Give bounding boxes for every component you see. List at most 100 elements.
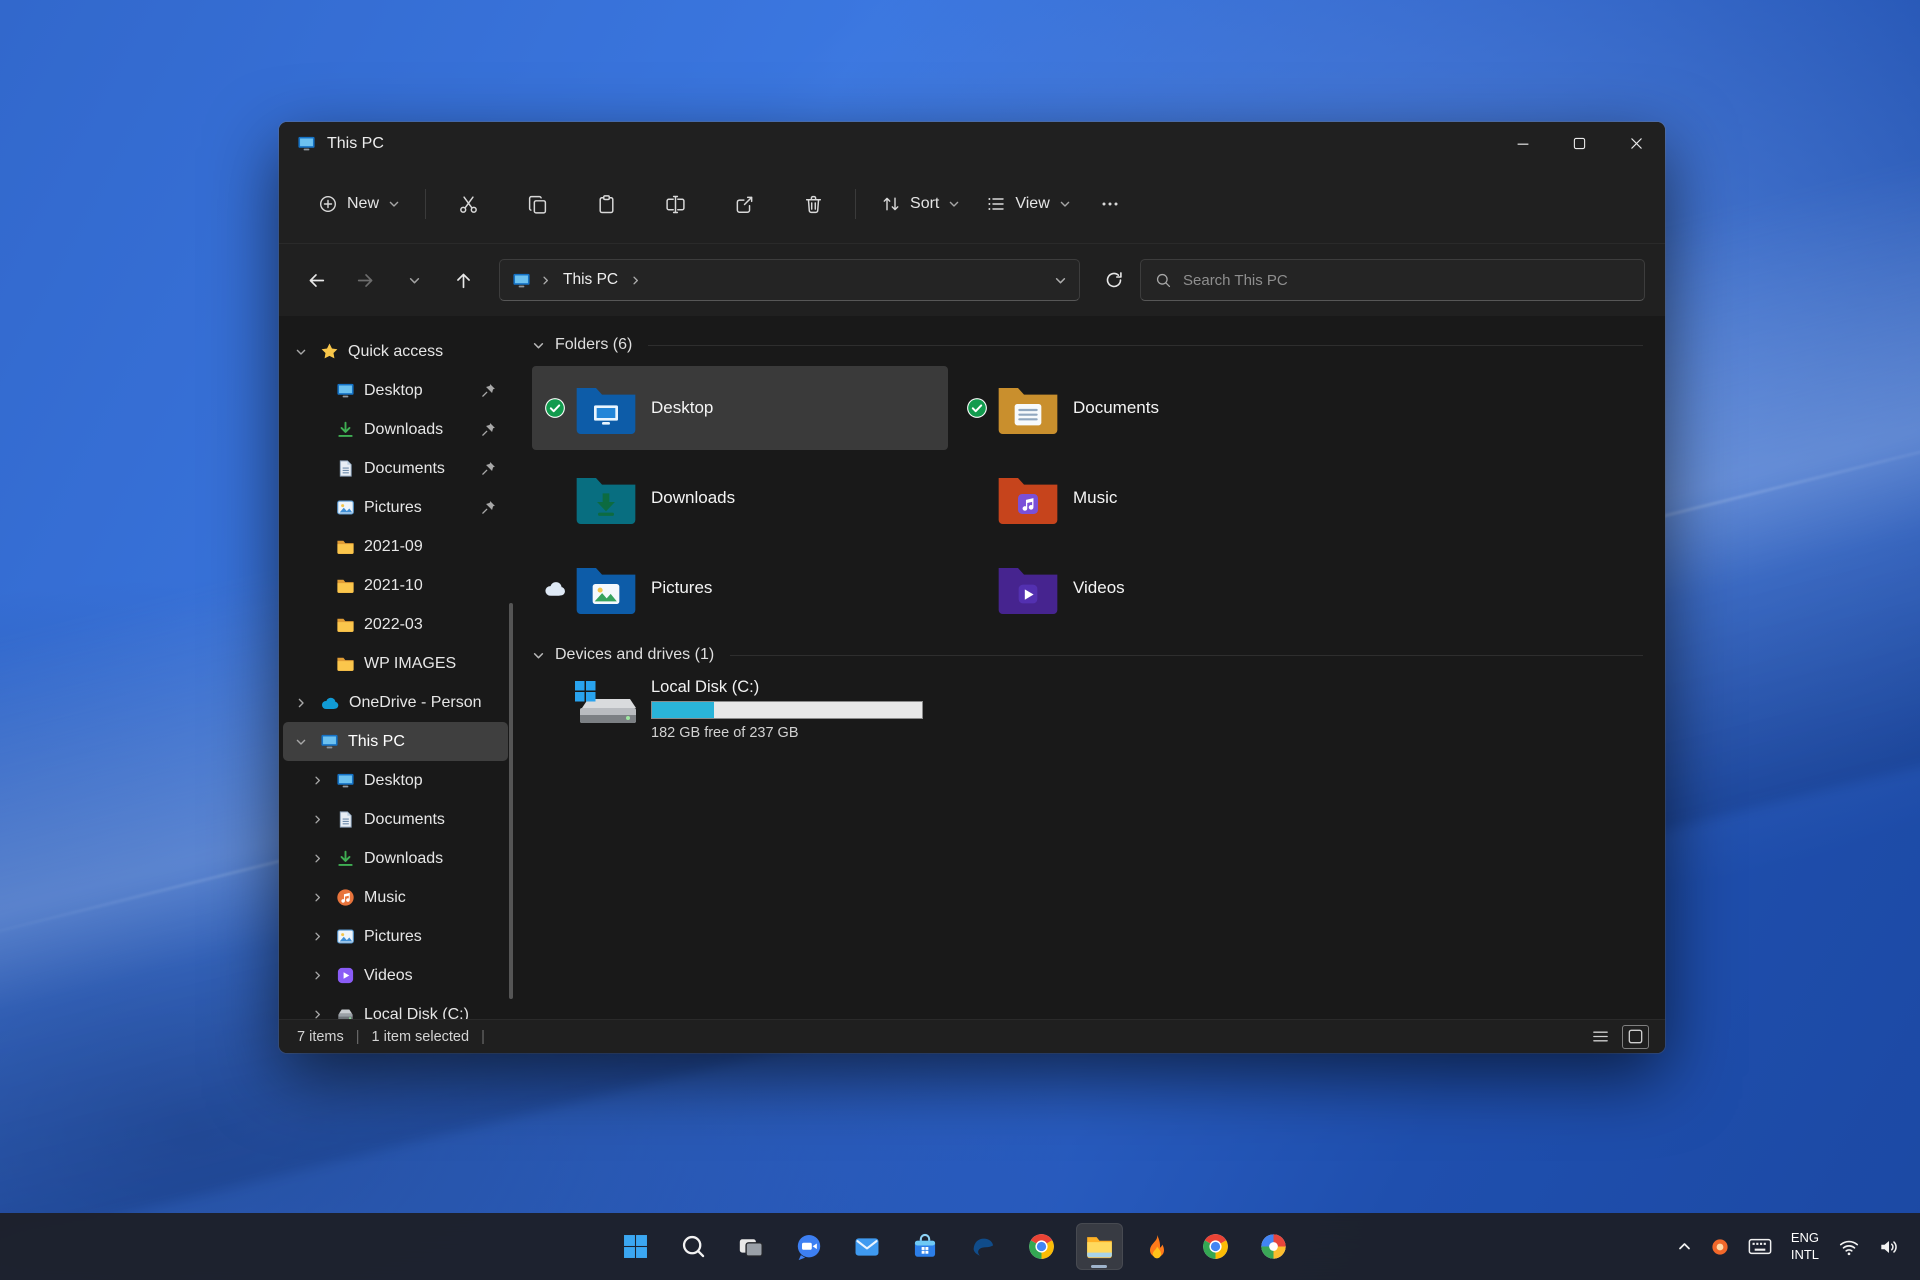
sidebar-label: Desktop [364, 772, 423, 790]
close-button[interactable] [1608, 122, 1665, 165]
details-view-button[interactable] [1587, 1025, 1614, 1049]
tray-overflow-button[interactable] [1669, 1225, 1700, 1269]
file-explorer-button[interactable] [1076, 1223, 1123, 1270]
large-icons-view-button[interactable] [1622, 1025, 1649, 1049]
folder-tiles: Desktop Documents Downloads [532, 366, 1643, 630]
sidebar-item-onedrive[interactable]: OneDrive - Person [283, 683, 508, 722]
music-icon [336, 888, 355, 907]
sidebar-pc-item-videos[interactable]: Videos [283, 956, 508, 995]
chevron-right-icon[interactable] [307, 970, 327, 981]
start-button[interactable] [612, 1223, 659, 1270]
browser-alt-icon [1201, 1232, 1230, 1261]
mail-button[interactable] [844, 1223, 891, 1270]
view-button[interactable]: View [973, 184, 1083, 224]
paste-button[interactable] [580, 182, 632, 226]
sidebar-qa-item-2021-09[interactable]: 2021-09 [283, 527, 508, 566]
task-view-button[interactable] [728, 1223, 775, 1270]
chat-button[interactable] [786, 1223, 833, 1270]
sidebar-label: Pictures [364, 499, 422, 517]
sidebar-qa-item-2022-03[interactable]: 2022-03 [283, 605, 508, 644]
browser-alt-button[interactable] [1192, 1223, 1239, 1270]
sidebar-item-quick-access[interactable]: Quick access [283, 332, 508, 371]
sort-button[interactable]: Sort [868, 184, 973, 224]
chevron-right-icon[interactable] [307, 814, 327, 825]
folder-tile-music[interactable]: Music [954, 456, 1370, 540]
chevron-down-icon[interactable] [291, 736, 311, 748]
sidebar-pc-item-music[interactable]: Music [283, 878, 508, 917]
address-bar[interactable]: This PC [499, 259, 1080, 301]
color-app-button[interactable] [1250, 1223, 1297, 1270]
sidebar-qa-item-downloads[interactable]: Downloads [283, 410, 508, 449]
chevron-right-icon[interactable] [307, 775, 327, 786]
folder-tile-desktop[interactable]: Desktop [532, 366, 948, 450]
copy-button[interactable] [511, 182, 563, 226]
address-dropdown-icon[interactable] [1054, 274, 1067, 287]
chrome-button[interactable] [1018, 1223, 1065, 1270]
chevron-down-icon[interactable] [532, 649, 545, 662]
file-explorer-window: This PC New [279, 122, 1665, 1053]
chevron-right-icon[interactable] [291, 697, 311, 709]
toolbar-separator [425, 189, 426, 219]
flame-app-button[interactable] [1134, 1223, 1181, 1270]
share-button[interactable] [718, 182, 770, 226]
selected-count: 1 item selected [372, 1029, 470, 1045]
chevron-right-icon[interactable] [540, 275, 551, 286]
sidebar-qa-item-desktop[interactable]: Desktop [283, 371, 508, 410]
folder-tile-downloads[interactable]: Downloads [532, 456, 948, 540]
tray-app-button[interactable] [1702, 1225, 1738, 1269]
volume-button[interactable] [1870, 1225, 1908, 1269]
sidebar-pc-item-desktop[interactable]: Desktop [283, 761, 508, 800]
language-switcher[interactable]: ENG INTL [1782, 1230, 1828, 1264]
chevron-down-icon[interactable] [291, 346, 311, 358]
download-icon [336, 420, 355, 439]
chevron-right-icon[interactable] [307, 853, 327, 864]
sidebar-item-this-pc[interactable]: This PC [283, 722, 508, 761]
refresh-button[interactable] [1091, 260, 1137, 300]
sidebar-scrollbar[interactable] [509, 446, 513, 1005]
new-button[interactable]: New [305, 184, 413, 224]
search-input[interactable] [1183, 272, 1630, 289]
folder-tile-documents[interactable]: Documents [954, 366, 1370, 450]
synced-check-badge-icon [544, 397, 566, 419]
sidebar-pc-item-pictures[interactable]: Pictures [283, 917, 508, 956]
breadcrumb-this-pc[interactable]: This PC [560, 269, 621, 291]
drive-label: Local Disk (C:) [651, 678, 923, 697]
sidebar-qa-item-2021-10[interactable]: 2021-10 [283, 566, 508, 605]
forward-button[interactable] [342, 260, 388, 300]
more-options-button[interactable] [1084, 182, 1136, 226]
edge-button[interactable] [960, 1223, 1007, 1270]
wifi-button[interactable] [1830, 1225, 1868, 1269]
status-bar: 7 items | 1 item selected | [279, 1019, 1665, 1053]
folder-tile-videos[interactable]: Videos [954, 546, 1370, 630]
folders-group-header: Folders (6) [532, 330, 1643, 360]
drive-tile-local-disk[interactable]: Local Disk (C:) 182 GB free of 237 GB [532, 678, 1643, 741]
titlebar[interactable]: This PC [279, 122, 1665, 165]
recent-locations-button[interactable] [391, 260, 437, 300]
view-list-icon [986, 194, 1006, 214]
cut-button[interactable] [442, 182, 494, 226]
large-icons-view-icon [1626, 1027, 1645, 1046]
store-button[interactable] [902, 1223, 949, 1270]
folder-tile-pictures[interactable]: Pictures [532, 546, 948, 630]
taskbar-search-button[interactable] [670, 1223, 717, 1270]
maximize-button[interactable] [1551, 122, 1608, 165]
sidebar-qa-item-pictures[interactable]: Pictures [283, 488, 508, 527]
chevron-right-icon[interactable] [307, 1009, 327, 1019]
rename-button[interactable] [649, 182, 701, 226]
chevron-down-icon[interactable] [532, 339, 545, 352]
window-title: This PC [327, 135, 384, 153]
up-button[interactable] [440, 260, 486, 300]
sidebar-pc-item-documents[interactable]: Documents [283, 800, 508, 839]
sidebar-qa-item-wp-images[interactable]: WP IMAGES [283, 644, 508, 683]
sidebar-qa-item-documents[interactable]: Documents [283, 449, 508, 488]
chevron-right-icon[interactable] [307, 931, 327, 942]
sidebar-pc-item-downloads[interactable]: Downloads [283, 839, 508, 878]
touch-keyboard-button[interactable] [1740, 1225, 1780, 1269]
delete-button[interactable] [787, 182, 839, 226]
chevron-right-icon[interactable] [307, 892, 327, 903]
chevron-right-icon[interactable] [630, 275, 641, 286]
scrollbar-thumb[interactable] [509, 603, 513, 1000]
back-button[interactable] [293, 260, 339, 300]
minimize-button[interactable] [1494, 122, 1551, 165]
sidebar-pc-item-local-disk[interactable]: Local Disk (C:) [283, 995, 508, 1019]
